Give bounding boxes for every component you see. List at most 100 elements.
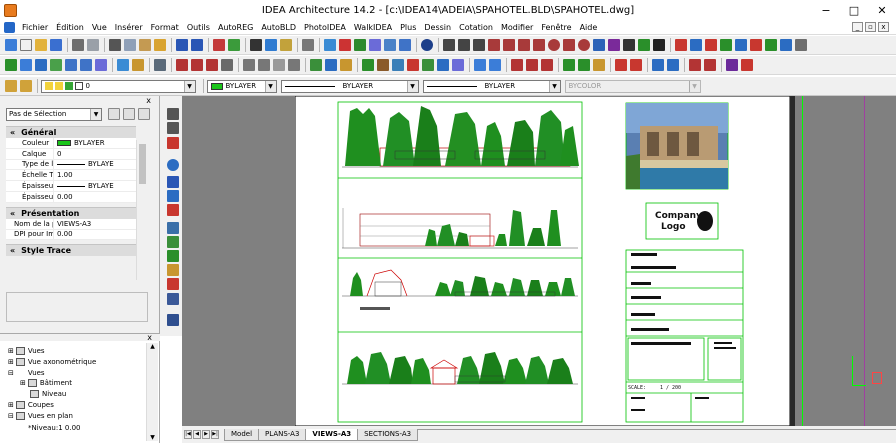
- offset-icon[interactable]: [720, 39, 732, 51]
- page-setup-icon[interactable]: [288, 59, 300, 71]
- level-down-icon[interactable]: [630, 59, 642, 71]
- prev-tab-icon[interactable]: ◀: [193, 430, 201, 439]
- prop-row[interactable]: Nom de la p...VIEWS-A3: [6, 218, 136, 230]
- mdi-close-button[interactable]: x: [878, 22, 889, 32]
- trees-icon[interactable]: [422, 59, 434, 71]
- menu-format[interactable]: Format: [147, 23, 183, 32]
- viewport-icon[interactable]: [243, 59, 255, 71]
- roof-icon[interactable]: [65, 59, 77, 71]
- cut-icon[interactable]: [109, 39, 121, 51]
- stretch-icon[interactable]: [795, 39, 807, 51]
- scroll-thumb[interactable]: [139, 144, 146, 184]
- grid-icon[interactable]: [228, 39, 240, 51]
- menu-dessin[interactable]: Dessin: [420, 23, 455, 32]
- quantities-icon[interactable]: [511, 59, 523, 71]
- app-icon[interactable]: [4, 3, 17, 17]
- toggle-pickadd-icon[interactable]: [107, 108, 120, 120]
- document-icon[interactable]: [4, 21, 15, 33]
- polyline-icon[interactable]: [488, 39, 500, 51]
- tree-item[interactable]: ⊞ Bâtiment: [20, 379, 72, 387]
- save-icon[interactable]: [50, 39, 62, 51]
- prop-row[interactable]: DPI pour Im...0.00: [6, 229, 136, 241]
- tree-item[interactable]: ⊟ Vues en plan: [8, 412, 73, 420]
- lights-icon[interactable]: [407, 59, 419, 71]
- tool-icon[interactable]: [166, 222, 179, 234]
- prop-row[interactable]: Calque 0: [6, 148, 136, 160]
- undo-icon[interactable]: [176, 39, 188, 51]
- mirror-icon[interactable]: [705, 39, 717, 51]
- import-icon[interactable]: [704, 59, 716, 71]
- tool-icon[interactable]: [166, 264, 179, 276]
- xline-icon[interactable]: [458, 39, 470, 51]
- section-general[interactable]: « Général: [6, 126, 136, 138]
- export-icon[interactable]: [689, 59, 701, 71]
- tool-icon[interactable]: [166, 236, 179, 248]
- ellipse-icon[interactable]: [578, 39, 590, 51]
- array-icon[interactable]: [735, 39, 747, 51]
- next-tab-icon[interactable]: ▶: [202, 430, 210, 439]
- mdi-minimize-button[interactable]: _: [852, 22, 863, 32]
- fly-icon[interactable]: [667, 59, 679, 71]
- door-icon[interactable]: [20, 59, 32, 71]
- menu-autobld[interactable]: AutoBLD: [257, 23, 300, 32]
- level-up-icon[interactable]: [615, 59, 627, 71]
- blue-tool-icon[interactable]: [166, 190, 179, 202]
- plan-icon[interactable]: [176, 59, 188, 71]
- erase-icon[interactable]: [675, 39, 687, 51]
- scale-icon[interactable]: [780, 39, 792, 51]
- chevron-down-icon[interactable]: ▼: [548, 80, 560, 92]
- photo-icon[interactable]: [726, 59, 738, 71]
- section-presentation[interactable]: « Présentation: [6, 206, 136, 219]
- layout-icon[interactable]: [273, 59, 285, 71]
- walk-icon[interactable]: [652, 59, 664, 71]
- tool-icon[interactable]: [166, 250, 179, 262]
- view-icon[interactable]: [132, 59, 144, 71]
- zoom-all-icon[interactable]: [399, 39, 411, 51]
- tool-icon[interactable]: [166, 278, 179, 290]
- tab-views-a3[interactable]: VIEWS-A3: [305, 428, 359, 441]
- menu-fichier[interactable]: Fichier: [18, 23, 52, 32]
- zoom-previous-icon[interactable]: [369, 39, 381, 51]
- menu-vue[interactable]: Vue: [88, 23, 111, 32]
- plotstyle-select[interactable]: BYCOLOR ▼: [564, 79, 701, 93]
- maximize-button[interactable]: □: [840, 0, 868, 20]
- select-objects-icon[interactable]: [122, 108, 135, 120]
- 3d-orbit-icon[interactable]: [166, 122, 179, 134]
- menu-autoreg[interactable]: AutoREG: [214, 23, 257, 32]
- furniture-icon[interactable]: [377, 59, 389, 71]
- make-current-layer-icon[interactable]: [20, 80, 32, 92]
- new-icon[interactable]: [5, 39, 17, 51]
- print-preview-icon[interactable]: [87, 39, 99, 51]
- menu-inserer[interactable]: Insérer: [111, 23, 147, 32]
- snap-icon[interactable]: [213, 39, 225, 51]
- prop-row[interactable]: Couleur BYLAYER: [6, 138, 136, 149]
- copy-object-icon[interactable]: [690, 39, 702, 51]
- site-icon[interactable]: [310, 59, 322, 71]
- tree-item[interactable]: ⊟ Vues: [8, 369, 45, 377]
- menu-outils[interactable]: Outils: [183, 23, 214, 32]
- print-icon[interactable]: [72, 39, 84, 51]
- circle-icon[interactable]: [548, 39, 560, 51]
- move-icon[interactable]: [750, 39, 762, 51]
- properties-close-button[interactable]: x: [146, 96, 151, 106]
- quick-select-icon[interactable]: [137, 108, 150, 120]
- prop-row[interactable]: Échelle Typ...1.00: [6, 170, 136, 182]
- close-button[interactable]: ✕: [868, 0, 896, 20]
- object-library-icon[interactable]: [362, 59, 374, 71]
- chevron-down-icon[interactable]: ▼: [183, 80, 195, 92]
- multiline-icon[interactable]: [473, 39, 485, 51]
- menu-edition[interactable]: Édition: [52, 23, 88, 32]
- menu-photoidea[interactable]: PhotoIDEA: [300, 23, 350, 32]
- edit-wall-icon[interactable]: [563, 59, 575, 71]
- distance-icon[interactable]: [250, 39, 262, 51]
- column-icon[interactable]: [95, 59, 107, 71]
- hatch-icon[interactable]: [638, 39, 650, 51]
- prop-row[interactable]: Épaisseur 0.00: [6, 191, 136, 203]
- materials-icon[interactable]: [392, 59, 404, 71]
- multi-viewport-icon[interactable]: [258, 59, 270, 71]
- menu-walkidea[interactable]: WalkIDEA: [350, 23, 396, 32]
- chevron-down-icon[interactable]: ▼: [264, 80, 276, 92]
- tool-icon[interactable]: [166, 204, 179, 216]
- elevation-icon[interactable]: [191, 59, 203, 71]
- cars-icon[interactable]: [452, 59, 464, 71]
